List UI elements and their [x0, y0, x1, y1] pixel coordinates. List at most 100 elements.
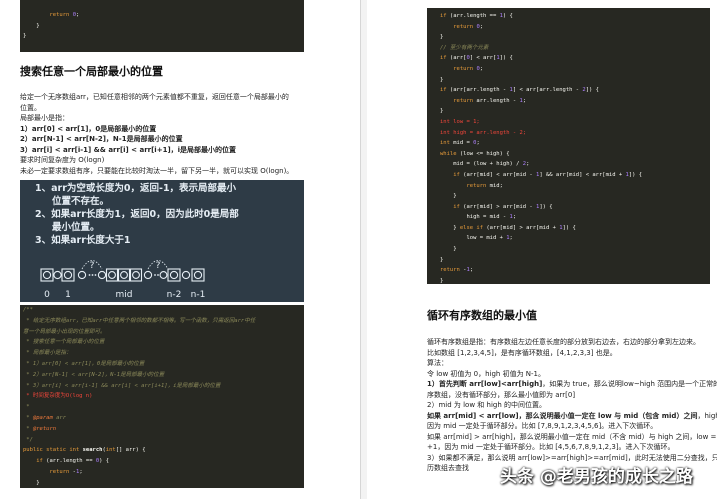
code-block-search-continued: if (arr.length == 1) { return 0;} // 至少有两…: [427, 8, 710, 284]
array-element-circle: [169, 270, 179, 280]
text-segment: [23, 12, 50, 18]
code-line: *: [23, 402, 304, 413]
text-segment: ;: [469, 267, 474, 274]
code-line: }: [23, 478, 304, 488]
text-segment: ;: [526, 161, 530, 168]
index-label-1: 1: [65, 290, 71, 300]
text-segment: int low = 1;: [440, 118, 480, 125]
code-line: if (arr[arr.length - 1] < arr[arr.length…: [440, 85, 710, 96]
text-segment: ] < arr[arr.length -: [512, 87, 583, 94]
code-line: return 0;: [440, 64, 710, 75]
index-label-mid: mid: [116, 290, 133, 300]
text-segment: ;: [479, 23, 484, 30]
text-segment: return: [453, 65, 474, 72]
text-segment: ，如果为 true，那么说明low~high 范围内是一个正常的有: [542, 380, 717, 388]
code-line: */: [23, 435, 304, 446]
code-line: if (arr[0] < arr[1]) {: [440, 53, 710, 64]
array-element-circle: [97, 270, 107, 280]
text-segment: }: [440, 193, 457, 200]
code-line: int mid = 0;: [440, 138, 710, 149]
text-segment: 历数组去查找: [427, 464, 469, 472]
code-line: }: [440, 276, 710, 284]
code-line: }: [440, 32, 710, 43]
text-segment: [23, 458, 36, 464]
text-segment: }: [440, 246, 457, 253]
text-segment: ;: [79, 468, 83, 475]
text-segment: ]) {: [585, 87, 599, 94]
text-segment: 序数组，没有循环部分，那么最小值即为 arr[0]: [427, 390, 576, 399]
code-line: return -1;: [440, 265, 710, 276]
code-line: }: [440, 244, 710, 255]
array-element-circle: [181, 270, 191, 280]
text-segment: return: [440, 267, 460, 274]
text-segment: ) {: [99, 458, 110, 465]
text-line: 2）arr[N-1] < arr[N-2]，N-1是局部最小的位置: [20, 134, 310, 145]
text-segment: 未必一定要求数组有序，只要能在比较时淘汰一半，留下另一半，就可以实现 O(log…: [20, 166, 294, 175]
text-segment: -: [459, 267, 467, 274]
text-segment: ;: [476, 140, 480, 147]
text-segment: [440, 172, 453, 178]
text-segment: }: [440, 76, 444, 83]
text-segment: ;: [509, 235, 513, 242]
text-line: 未必一定要求数组有序，只要能在比较时淘汰一半，留下另一半，就可以实现 O(log…: [20, 166, 310, 177]
text-segment: return: [466, 182, 487, 189]
index-label-n-2: n-2: [167, 290, 182, 300]
text-segment: 位置。: [20, 103, 41, 112]
text-line: 给定一个无序数组arr，已知任意相邻的两个元素值都不重复，返回任意一个局部最小的: [20, 92, 310, 103]
text-segment: 给定一个无序数组arr，已知任意相邻的两个元素值都不重复，返回任意一个局部最小的: [20, 93, 289, 101]
array-element-circle: [42, 270, 52, 280]
code-line: mid = (low + high) / 2;: [440, 159, 710, 170]
text-line: 令 low 初值为 0，high 初值为 N-1。: [427, 369, 717, 380]
text-segment: ]) {: [628, 171, 643, 178]
text-segment: }: [440, 277, 444, 284]
text-segment: 要求时间复杂度为 O(logn): [20, 156, 105, 164]
text-segment: * 3）arr[i] < arr[i-1] && arr[i] < arr[i+…: [23, 382, 221, 389]
text-segment: /**: [23, 307, 33, 313]
text-segment: ]) {: [499, 55, 513, 62]
text-segment: ;: [76, 12, 80, 18]
text-segment: if: [440, 55, 447, 62]
local-min-description: 给定一个无序数组arr，已知任意相邻的两个元素值都不重复，返回任意一个局部最小的…: [20, 92, 310, 176]
right-page: if (arr.length == 1) { return 0;} // 至少有两…: [367, 0, 720, 499]
text-segment: if: [453, 203, 460, 210]
text-segment: ;: [479, 65, 484, 72]
text-segment: 如果 arr[mid] > arr[high]，那么说明最小值一定在 mid（不…: [427, 432, 717, 441]
code-line: return 0;: [23, 10, 304, 21]
text-segment: (arr.length ==: [42, 458, 96, 465]
question-mark: ?: [90, 261, 95, 271]
text-segment: [440, 98, 453, 104]
code-line: * 局部最小是指：: [23, 348, 304, 359]
text-segment: 2）arr[N-1] < arr[N-2]，N-1是局部最小的位置: [20, 135, 183, 143]
text-segment: [440, 66, 453, 72]
text-segment: 意一个局部最小出现的位置即可。: [23, 328, 106, 335]
text-segment: mid =: [449, 140, 474, 147]
text-segment: 1）首先判断 arr[low]<arr[high]: [427, 380, 543, 388]
text-segment: [] arr) {: [115, 447, 146, 454]
text-segment: 局部最小是指：: [20, 114, 69, 122]
index-label-0: 0: [44, 290, 50, 300]
code-line: }: [23, 31, 304, 42]
text-segment: }: [440, 256, 444, 263]
text-segment: }: [23, 479, 40, 486]
text-segment: 算法：: [427, 359, 448, 367]
text-segment: * 搜索任意一个局部最小的位置: [23, 339, 105, 346]
array-element-circle: [143, 270, 153, 280]
text-segment: ] < arr[: [469, 55, 497, 62]
text-segment: (arr[mid] > arr[mid +: [483, 224, 560, 231]
book-spread: return 0; }} 搜索任意一个局部最小的位置 给定一个无序数组arr，已…: [0, 0, 720, 499]
ellipsis-dot: [154, 274, 156, 276]
text-segment: 比如数组 [1,2,3,4,5]，是有序循环数组，[4,1,2,3,3] 也是。: [427, 348, 617, 357]
text-segment: (low <= high) {: [456, 150, 510, 157]
section-heading-local-min: 搜索任意一个局部最小的位置: [20, 65, 163, 78]
text-line: 要求时间复杂度为 O(logn): [20, 155, 310, 166]
array-cell-box: [40, 268, 54, 282]
text-line: 如果 arr[mid] < arr[low]，那么说明最小值一定在 low 与 …: [427, 411, 717, 422]
code-line: * @param arr: [23, 413, 304, 424]
text-segment: ;: [522, 97, 527, 104]
code-block-top: return 0; }}: [20, 0, 304, 52]
text-segment: mid = (low + high) /: [440, 161, 523, 168]
code-line: }: [440, 255, 710, 266]
text-segment: 如果 arr[mid] < arr[low]，那么说明最小值一定在 low 与 …: [427, 411, 698, 420]
array-element-circle: [120, 271, 128, 279]
code-line: if (arr[mid] > arr[mid - 1]) {: [440, 202, 710, 213]
